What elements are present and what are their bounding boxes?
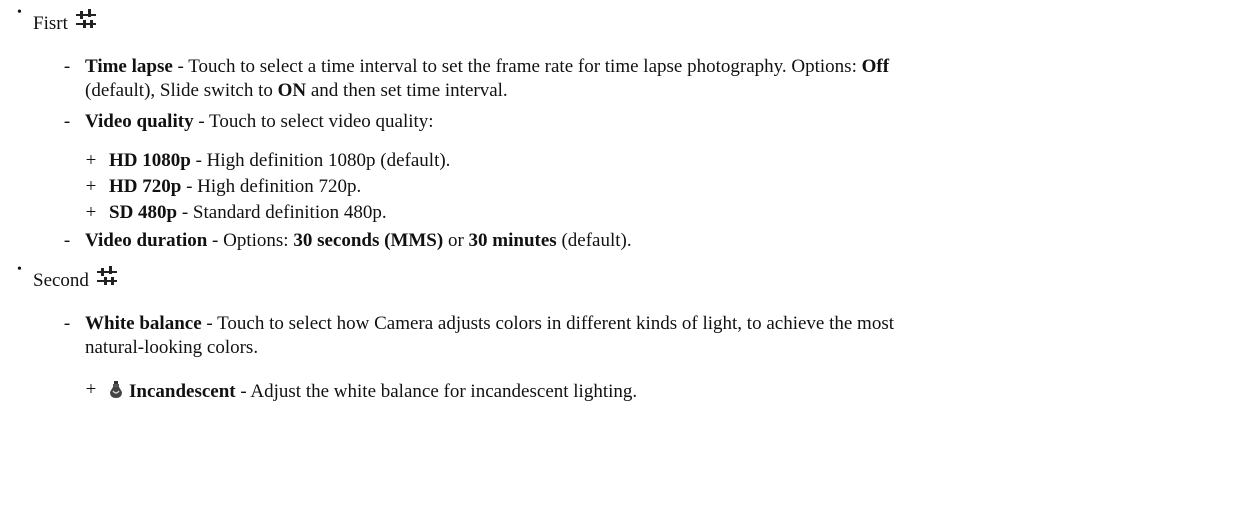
item-label: Time lapse bbox=[85, 56, 173, 77]
sub-item-text: - Adjust the white balance for incandesc… bbox=[235, 381, 638, 402]
list-item-time-lapse: Time lapse - Touch to select a time inte… bbox=[85, 55, 889, 79]
list-dash: - bbox=[63, 313, 71, 334]
list-dash: - bbox=[63, 56, 71, 77]
list-item-white-balance: White balance - Touch to select how Came… bbox=[85, 312, 894, 336]
item-text: - Touch to select video quality: bbox=[193, 111, 434, 132]
list-item-time-lapse-cont: (default), Slide switch to ON and then s… bbox=[85, 79, 508, 103]
list-item-video-duration: Video duration - Options: 30 seconds (MM… bbox=[85, 229, 632, 253]
item-text: natural-looking colors. bbox=[85, 337, 259, 358]
item-label: White balance bbox=[85, 313, 202, 334]
sub-list-plus: + bbox=[85, 202, 97, 223]
list-item-video-quality: Video quality - Touch to select video qu… bbox=[85, 110, 434, 134]
sub-item-text: - Standard definition 480p. bbox=[177, 202, 387, 223]
sub-list-plus: + bbox=[85, 379, 97, 400]
item-bold: 30 seconds (MMS) bbox=[293, 230, 444, 251]
sub-list-plus: + bbox=[85, 150, 97, 171]
section-bullet: • bbox=[17, 5, 22, 20]
item-bold: ON bbox=[277, 80, 307, 101]
list-dash: - bbox=[63, 111, 71, 132]
section-title-text: Fisrt bbox=[33, 13, 68, 34]
sub-item-text: - High definition 1080p (default). bbox=[190, 150, 451, 171]
sub-item-sd480: SD 480p - Standard definition 480p. bbox=[109, 201, 387, 225]
settings-sliders-icon bbox=[75, 8, 97, 30]
list-dash: - bbox=[63, 230, 71, 251]
item-text: or bbox=[443, 230, 469, 251]
sub-item-text: - High definition 720p. bbox=[181, 176, 362, 197]
list-item-white-balance-cont: natural-looking colors. bbox=[85, 336, 258, 360]
sub-item-label: HD 720p bbox=[109, 176, 182, 197]
section-title-first: Fisrt bbox=[33, 9, 97, 36]
item-text: and then set time interval. bbox=[306, 80, 508, 101]
item-text: - Touch to select a time interval to set… bbox=[172, 56, 862, 77]
item-text: - Options: bbox=[207, 230, 294, 251]
item-text: (default). bbox=[556, 230, 632, 251]
item-label: Video duration bbox=[85, 230, 208, 251]
item-text: (default), Slide switch to bbox=[85, 80, 278, 101]
sub-item-label: HD 1080p bbox=[109, 150, 191, 171]
settings-sliders-icon bbox=[96, 265, 118, 287]
section-bullet: • bbox=[17, 262, 22, 277]
sub-item-hd720: HD 720p - High definition 720p. bbox=[109, 175, 361, 199]
section-title-second: Second bbox=[33, 266, 118, 293]
sub-item-hd1080: HD 1080p - High definition 1080p (defaul… bbox=[109, 149, 450, 173]
sub-item-label: Incandescent bbox=[129, 381, 236, 402]
sub-item-label: SD 480p bbox=[109, 202, 178, 223]
item-label: Video quality bbox=[85, 111, 194, 132]
item-bold: 30 minutes bbox=[468, 230, 557, 251]
section-title-text: Second bbox=[33, 270, 89, 291]
item-text: - Touch to select how Camera adjusts col… bbox=[201, 313, 895, 334]
incandescent-bulb-icon bbox=[109, 381, 123, 399]
sub-item-incandescent: Incandescent - Adjust the white balance … bbox=[109, 380, 637, 404]
item-bold: Off bbox=[861, 56, 890, 77]
sub-list-plus: + bbox=[85, 176, 97, 197]
